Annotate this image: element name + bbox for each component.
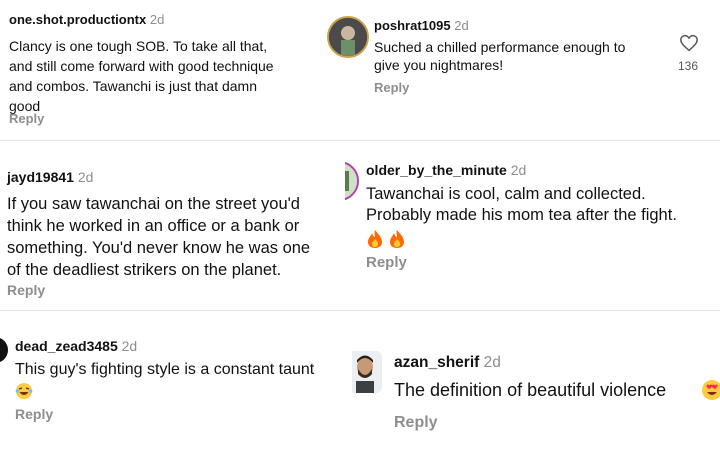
reply-button[interactable]: Reply — [9, 111, 44, 126]
comment-username[interactable]: azan_sherif — [394, 354, 479, 371]
comment-card: dead_zead3485 2d This guy's fighting sty… — [0, 310, 352, 451]
comment-line: If you saw tawanchai on the street you'd — [7, 195, 300, 213]
comment-line: Suched a chilled performance enough to — [374, 39, 626, 55]
comment-header: jayd19841 2d — [7, 169, 93, 185]
comment-text: The definition of beautiful violence — [394, 379, 666, 401]
comment-username[interactable]: poshrat1095 — [374, 18, 451, 33]
comment-username[interactable]: jayd19841 — [7, 169, 74, 185]
fire-emoji — [390, 230, 404, 248]
comment-card: one.shot.productiontx 2d Clancy is one t… — [0, 0, 340, 140]
comment-line: and still come forward with good techniq… — [9, 58, 274, 74]
reply-button[interactable]: Reply — [366, 254, 407, 271]
comment-header: azan_sherif 2d — [394, 354, 501, 372]
emoji-row — [366, 229, 677, 249]
avatar-image — [352, 351, 382, 393]
comment-line: Clancy is one tough SOB. To take all tha… — [9, 38, 268, 54]
comment-timestamp: 2d — [483, 354, 501, 371]
comment-card: jayd19841 2d If you saw tawanchai on the… — [0, 140, 345, 311]
comment-timestamp: 2d — [121, 338, 138, 354]
comment-text: Tawanchai is cool, calm and collected. P… — [366, 184, 677, 249]
heart-eyes-emoji — [702, 380, 720, 400]
comment-line: give you nightmares! — [374, 57, 504, 73]
comment-timestamp: 2d — [149, 12, 165, 27]
avatar[interactable] — [352, 351, 382, 393]
comment-line: and combos. Tawanchi is just that damn — [9, 78, 257, 94]
comment-card: older_by_the_minute 2d Tawanchai is cool… — [345, 140, 720, 311]
comment-card: azan_sherif 2d The definition of beautif… — [352, 310, 720, 451]
comment-header: one.shot.productiontx 2d — [9, 12, 164, 27]
emoji-row — [15, 382, 314, 400]
reply-button[interactable]: Reply — [374, 80, 409, 95]
comment-timestamp: 2d — [454, 18, 469, 33]
avatar-image — [345, 163, 357, 199]
comment-line: The definition of beautiful violence — [394, 380, 667, 400]
avatar[interactable] — [327, 16, 369, 58]
avatar[interactable] — [0, 337, 8, 363]
comment-username[interactable]: older_by_the_minute — [366, 162, 507, 178]
comment-text: Suched a chilled performance enough to g… — [374, 38, 625, 74]
reply-button[interactable]: Reply — [15, 406, 53, 422]
emoji-row — [701, 379, 720, 401]
comment-line: Tawanchai is cool, calm and collected. — [366, 185, 646, 203]
comment-line: something. You'd never know he was one — [7, 239, 311, 257]
fire-emoji — [368, 230, 382, 248]
comment-line: of the deadliest strikers on the planet. — [7, 261, 282, 279]
comment-line: Probably made his mom tea after the figh… — [366, 206, 677, 224]
avatar-image — [329, 18, 367, 56]
like-button[interactable] — [679, 34, 699, 52]
comment-line: think he worked in an office or a bank o… — [7, 217, 300, 235]
like-count: 136 — [678, 59, 699, 73]
comment-header: dead_zead3485 2d — [15, 338, 137, 354]
comment-timestamp: 2d — [77, 169, 94, 185]
reply-button[interactable]: Reply — [7, 282, 45, 298]
comment-username[interactable]: one.shot.productiontx — [9, 12, 146, 27]
comment-header: poshrat1095 2d — [374, 18, 469, 33]
comment-line: This guy's fighting style is a constant … — [15, 361, 315, 378]
comment-header: older_by_the_minute 2d — [366, 162, 526, 178]
comment-line: good — [9, 98, 41, 114]
comment-text: This guy's fighting style is a constant … — [15, 360, 314, 400]
comment-username[interactable]: dead_zead3485 — [15, 338, 118, 354]
comment-timestamp: 2d — [510, 162, 527, 178]
reply-button[interactable]: Reply — [394, 414, 438, 432]
avatar[interactable] — [345, 161, 359, 201]
comment-text: If you saw tawanchai on the street you'd… — [7, 193, 310, 281]
laughing-emoji — [15, 383, 33, 399]
heart-icon — [680, 34, 698, 52]
comment-text: Clancy is one tough SOB. To take all tha… — [9, 36, 274, 116]
comment-card: poshrat1095 2d Suched a chilled performa… — [322, 0, 720, 140]
